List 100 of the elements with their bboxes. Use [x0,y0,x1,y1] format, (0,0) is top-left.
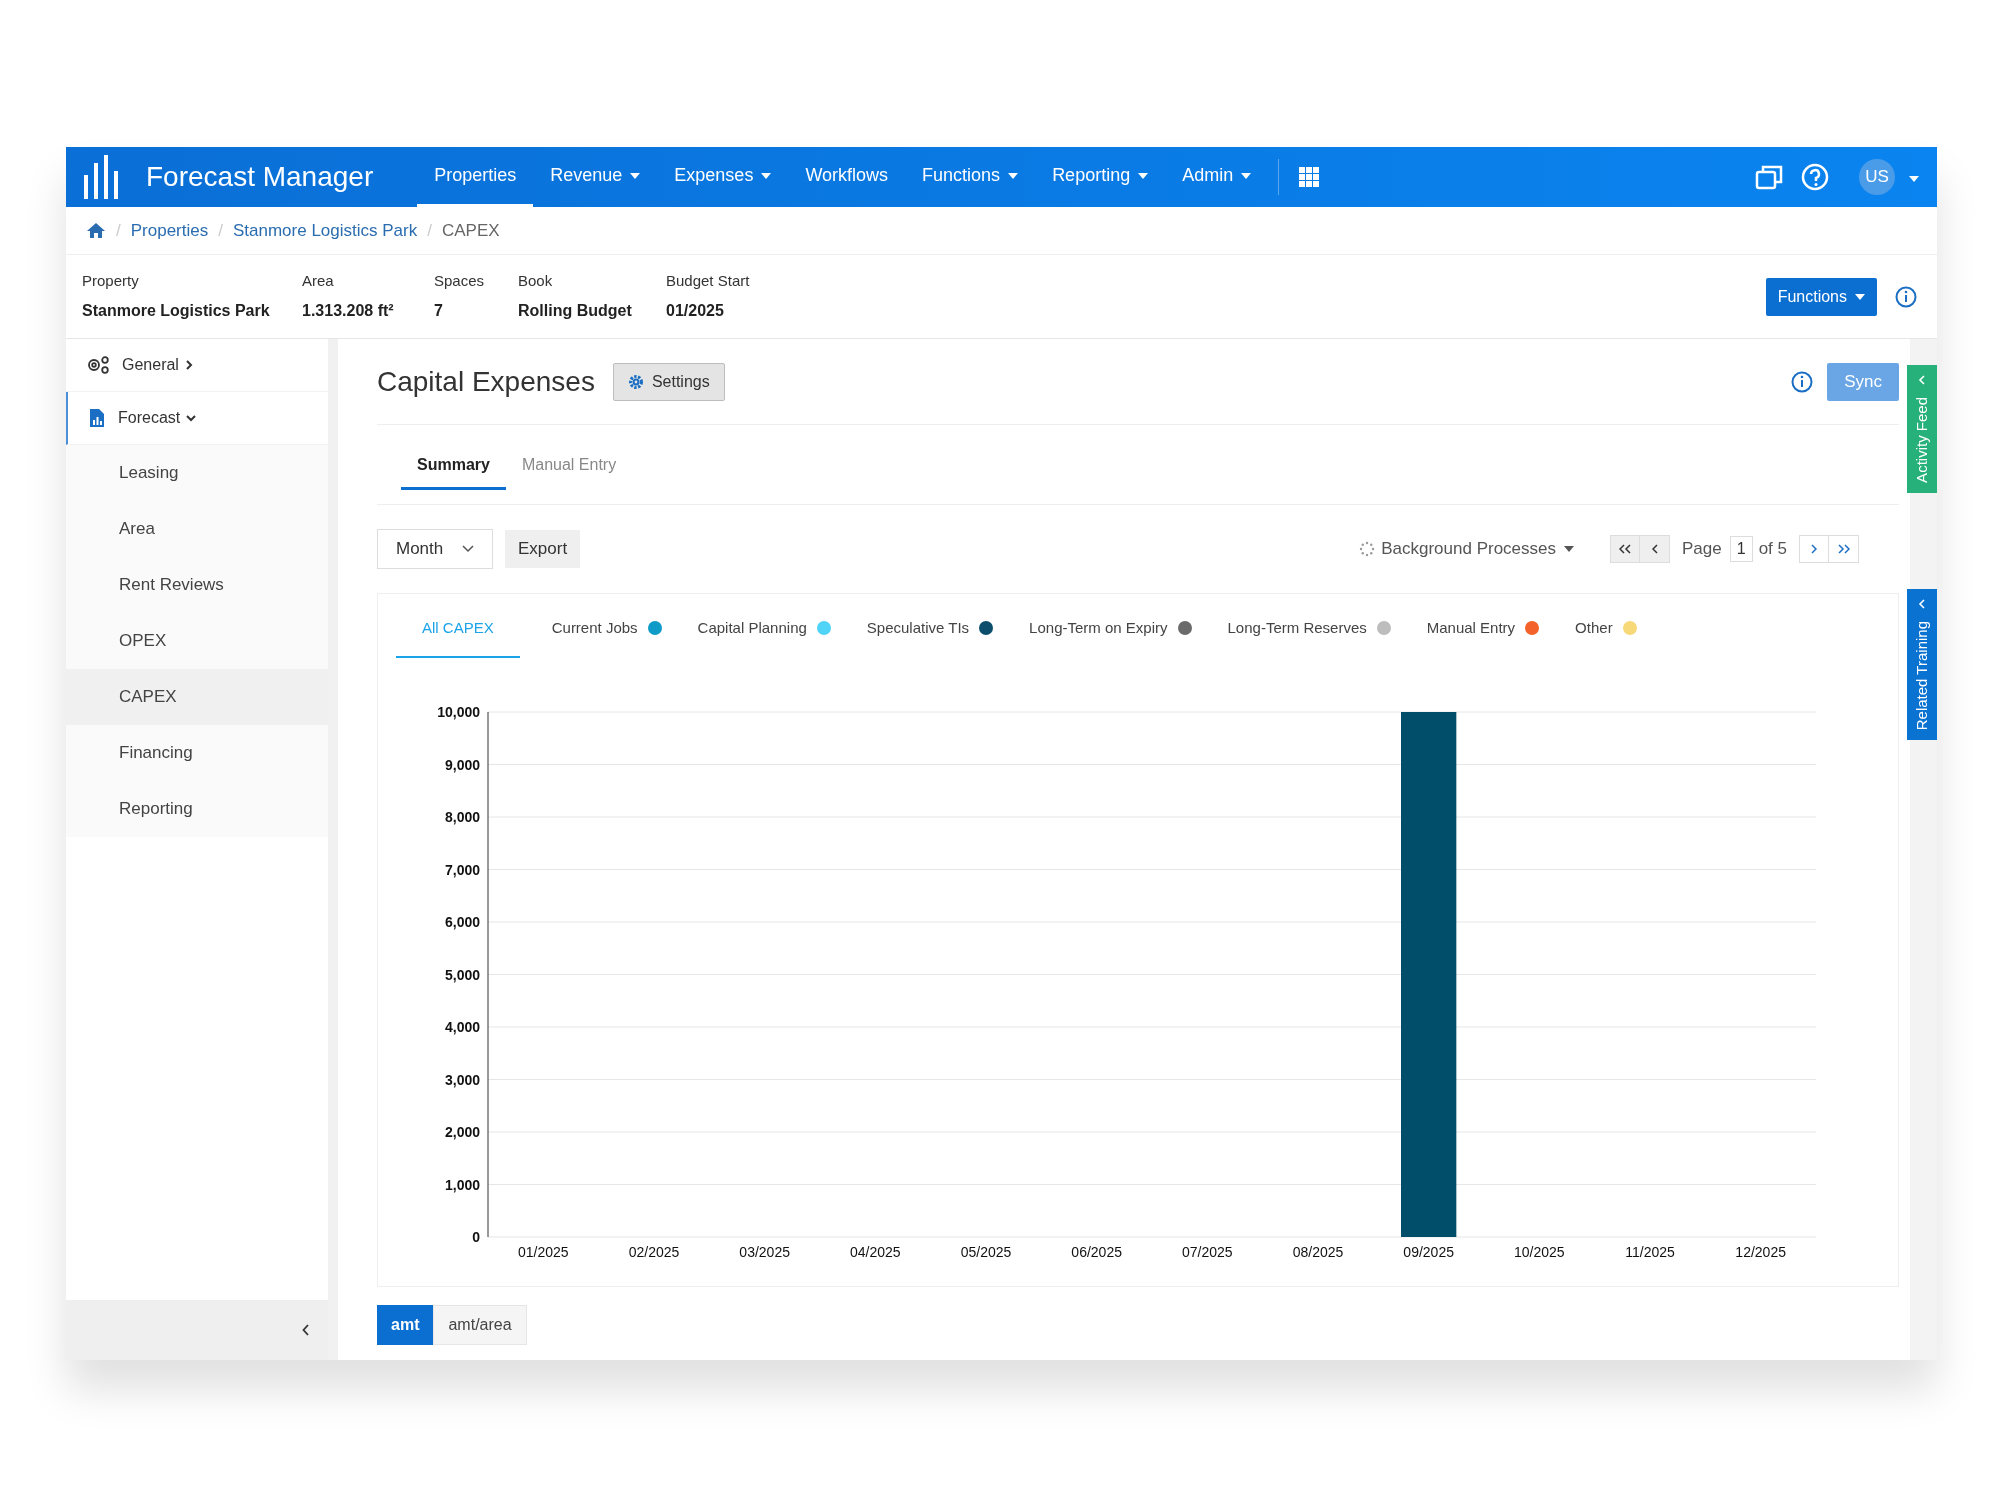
help-icon[interactable] [1801,163,1829,191]
nav-menu-item[interactable]: Workflows [788,147,906,207]
caret-icon [1909,176,1919,182]
sidebar-section[interactable]: Forecast [66,392,328,445]
chevron-down-icon [462,545,474,553]
background-processes-dropdown[interactable]: Background Processes [1359,536,1575,562]
nav-menu-item[interactable]: Functions [905,147,1036,207]
x-tick-label: 12/2025 [1735,1244,1786,1260]
y-tick-label: 2,000 [444,1124,480,1140]
unit-toggle-button[interactable]: amt/area [433,1305,527,1345]
property-field-label: Budget Start [666,271,751,292]
y-tick-label: 10,000 [437,704,480,720]
chevron-right-icon [1811,544,1817,554]
nav-menu-item[interactable]: Expenses [657,147,789,207]
x-tick-label: 07/2025 [1182,1244,1233,1260]
app-title: Forecast Manager [146,160,374,194]
property-field-label: Area [302,271,335,292]
chevron-left-icon [302,1324,310,1336]
info-icon[interactable] [1791,370,1814,393]
nav-menu-item[interactable]: Reporting [1035,147,1166,207]
chevron-down-icon [186,414,197,422]
side-panel-tab[interactable]: Related Training [1907,588,1937,741]
sidebar-item[interactable]: Financing [66,725,328,781]
property-field-value: Stanmore Logistics Park [82,300,271,321]
breadcrumb-separator: / [427,219,432,242]
info-icon[interactable] [1895,285,1917,308]
page-title: Capital Expenses [377,364,595,399]
y-tick-label: 4,000 [444,1019,480,1035]
x-tick-label: 02/2025 [628,1244,680,1260]
x-tick-label: 10/2025 [1514,1244,1565,1260]
apps-grid-icon[interactable] [1299,167,1320,187]
y-tick-label: 8,000 [444,809,480,825]
x-tick-label: 08/2025 [1292,1244,1344,1260]
export-button[interactable]: Export [505,530,581,568]
sidebar-item[interactable]: Area [66,501,328,557]
page-number-field[interactable]: 1 [1729,536,1753,562]
breadcrumb-separator: / [218,219,223,242]
y-tick-label: 5,000 [444,966,480,983]
nav-menu-item[interactable]: Revenue [533,147,658,207]
legend-tab[interactable]: Long-Term Reserves [1223,600,1395,658]
page-label: Page [1682,538,1722,561]
y-tick-label: 0 [472,1229,480,1245]
period-select[interactable]: Month [377,529,493,569]
y-tick-label: 3,000 [444,1071,480,1088]
double-chevron-right-icon [1837,544,1850,554]
breadcrumb-link[interactable]: Properties [130,217,209,244]
gear-icon [627,373,644,390]
y-tick-label: 6,000 [444,914,480,930]
y-tick-label: 9,000 [444,756,480,773]
property-field-value: 1.313.208 ft² [302,300,395,321]
property-field-label: Spaces [434,271,486,292]
legend-tab[interactable]: Long-Term on Expiry [1025,600,1196,658]
chevron-right-icon [184,360,193,370]
x-tick-label: 01/2025 [518,1244,569,1260]
double-chevron-left-icon [1619,544,1632,554]
home-icon[interactable] [86,222,106,239]
caret-icon [1564,546,1575,552]
sidebar-item[interactable]: CAPEX [66,669,328,725]
sidebar-item[interactable]: Rent Reviews [66,557,328,613]
nav-menu-item[interactable]: Properties [417,147,534,207]
logo-icon [82,153,120,201]
legend-tab[interactable]: Speculative TIs [862,600,998,658]
windows-icon[interactable] [1755,164,1783,190]
page-total: of 5 [1758,538,1787,561]
property-field-value: 01/2025 [666,300,725,321]
report-icon [88,408,106,428]
x-tick-label: 04/2025 [850,1244,901,1260]
unit-toggle-button[interactable]: amt [377,1305,434,1345]
x-tick-label: 09/2025 [1403,1244,1454,1260]
spinner-icon [1359,541,1376,557]
y-tick-label: 7,000 [444,861,480,878]
breadcrumb-separator: / [116,219,121,242]
chevron-left-icon [1918,598,1926,609]
tab[interactable]: Summary [401,442,506,490]
legend-tab[interactable]: Manual Entry [1422,600,1544,658]
property-field-value: Rolling Budget [518,300,633,321]
sidebar-item[interactable]: OPEX [66,613,328,669]
property-field-value: 7 [434,300,444,321]
tab[interactable]: Manual Entry [505,442,633,490]
legend-tab[interactable]: Capital Planning [693,600,835,658]
legend-tab[interactable]: Current Jobs [547,600,666,658]
property-field-label: Book [518,271,554,292]
x-tick-label: 03/2025 [739,1244,790,1260]
sidebar-item[interactable]: Leasing [66,445,328,501]
sidebar-item[interactable]: Reporting [66,781,328,837]
chevron-left-icon [1651,544,1658,554]
property-field-label: Property [82,271,140,292]
gears-icon [86,355,110,375]
caret-icon [1855,293,1865,300]
x-tick-label: 06/2025 [1071,1244,1122,1260]
x-tick-label: 05/2025 [960,1244,1012,1260]
functions-button[interactable]: Functions [1765,277,1877,316]
x-tick-label: 11/2025 [1625,1244,1675,1260]
chevron-left-icon [1918,375,1926,385]
nav-menu-item[interactable]: Admin [1165,147,1269,207]
y-tick-label: 1,000 [444,1176,480,1193]
legend-tab[interactable]: Other [1571,600,1641,658]
breadcrumb-current: CAPEX [441,219,500,242]
settings-button[interactable]: Settings [612,362,725,401]
breadcrumb-link[interactable]: Stanmore Logistics Park [232,217,418,244]
